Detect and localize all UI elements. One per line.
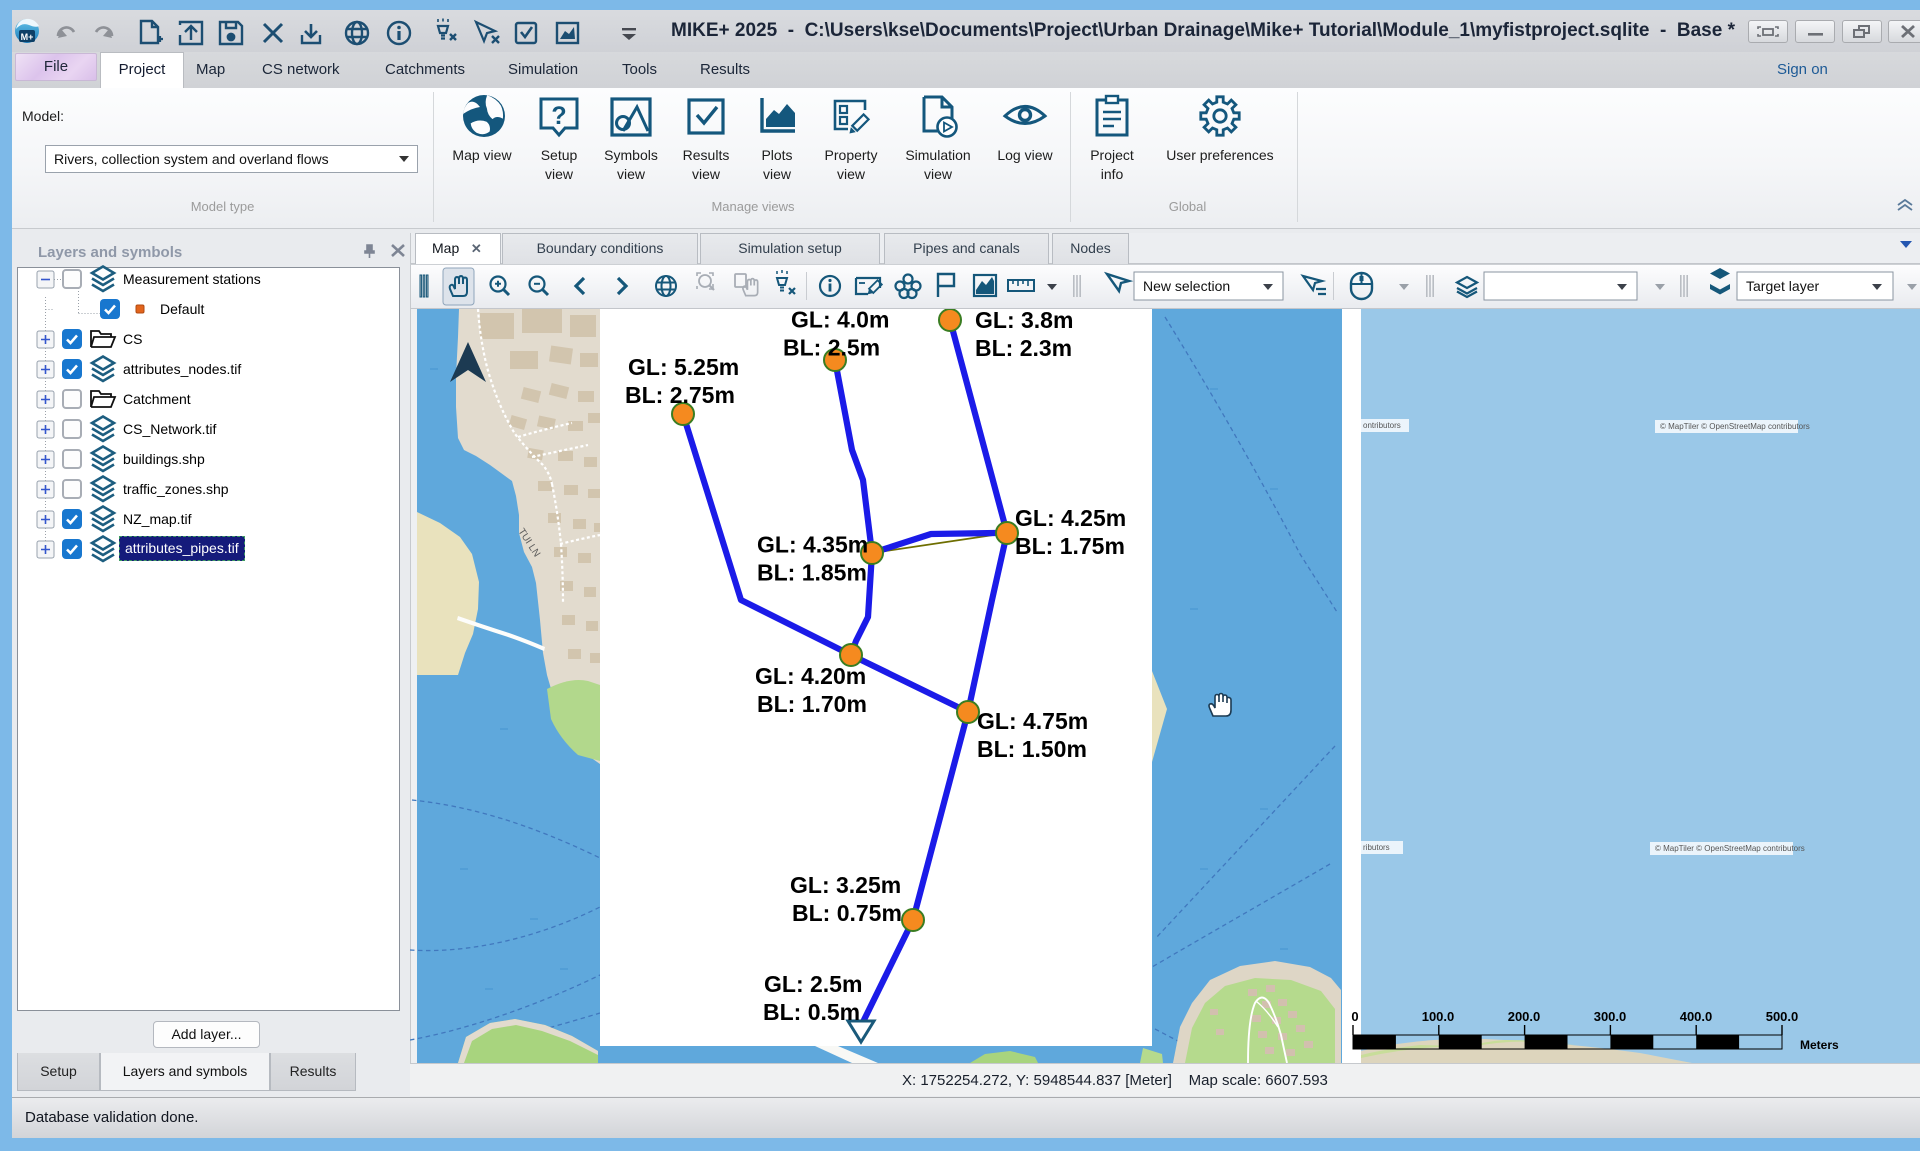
svg-text:M+: M+: [21, 32, 34, 42]
svg-text:0: 0: [1351, 1009, 1358, 1024]
svg-text:300.0: 300.0: [1594, 1009, 1627, 1024]
svg-text:100.0: 100.0: [1422, 1009, 1455, 1024]
svg-text:BL: 1.50m: BL: 1.50m: [977, 736, 1087, 762]
svg-text:500.0: 500.0: [1766, 1009, 1799, 1024]
svg-text:BL: 0.75m: BL: 0.75m: [792, 900, 902, 926]
svg-text:GL: 5.25m: GL: 5.25m: [628, 354, 739, 380]
svg-text:Meters: Meters: [1800, 1038, 1839, 1052]
svg-text:400.0: 400.0: [1680, 1009, 1713, 1024]
svg-text:ributors: ributors: [1363, 843, 1390, 852]
svg-text:Target layer: Target layer: [1746, 278, 1819, 294]
svg-text:BL: 1.75m: BL: 1.75m: [1015, 533, 1125, 559]
svg-text:BL: 2.3m: BL: 2.3m: [975, 335, 1072, 361]
svg-text:BL: 1.70m: BL: 1.70m: [757, 691, 867, 717]
svg-text:GL: 4.0m: GL: 4.0m: [791, 309, 889, 333]
svg-text:GL: 4.75m: GL: 4.75m: [977, 708, 1088, 734]
svg-text:GL: 3.8m: GL: 3.8m: [975, 309, 1073, 333]
svg-text:ontributors: ontributors: [1363, 421, 1401, 430]
svg-text:GL: 4.25m: GL: 4.25m: [1015, 505, 1126, 531]
svg-text:GL: 4.35m: GL: 4.35m: [757, 532, 868, 558]
svg-text:GL: 4.20m: GL: 4.20m: [755, 663, 866, 689]
svg-text:200.0: 200.0: [1508, 1009, 1541, 1024]
svg-text:BL: 1.85m: BL: 1.85m: [757, 560, 867, 586]
svg-text:BL: 2.5m: BL: 2.5m: [783, 335, 880, 361]
svg-text:GL: 2.5m: GL: 2.5m: [764, 971, 862, 997]
svg-text:BL: 0.5m: BL: 0.5m: [763, 999, 860, 1025]
svg-text:New selection: New selection: [1143, 278, 1230, 294]
svg-text:?: ?: [551, 102, 566, 130]
svg-text:BL: 2.75m: BL: 2.75m: [625, 382, 735, 408]
svg-text:© MapTiler © OpenStreetMap con: © MapTiler © OpenStreetMap contributors: [1655, 844, 1805, 853]
svg-text:© MapTiler © OpenStreetMap con: © MapTiler © OpenStreetMap contributors: [1660, 422, 1810, 431]
svg-text:GL: 3.25m: GL: 3.25m: [790, 872, 901, 898]
